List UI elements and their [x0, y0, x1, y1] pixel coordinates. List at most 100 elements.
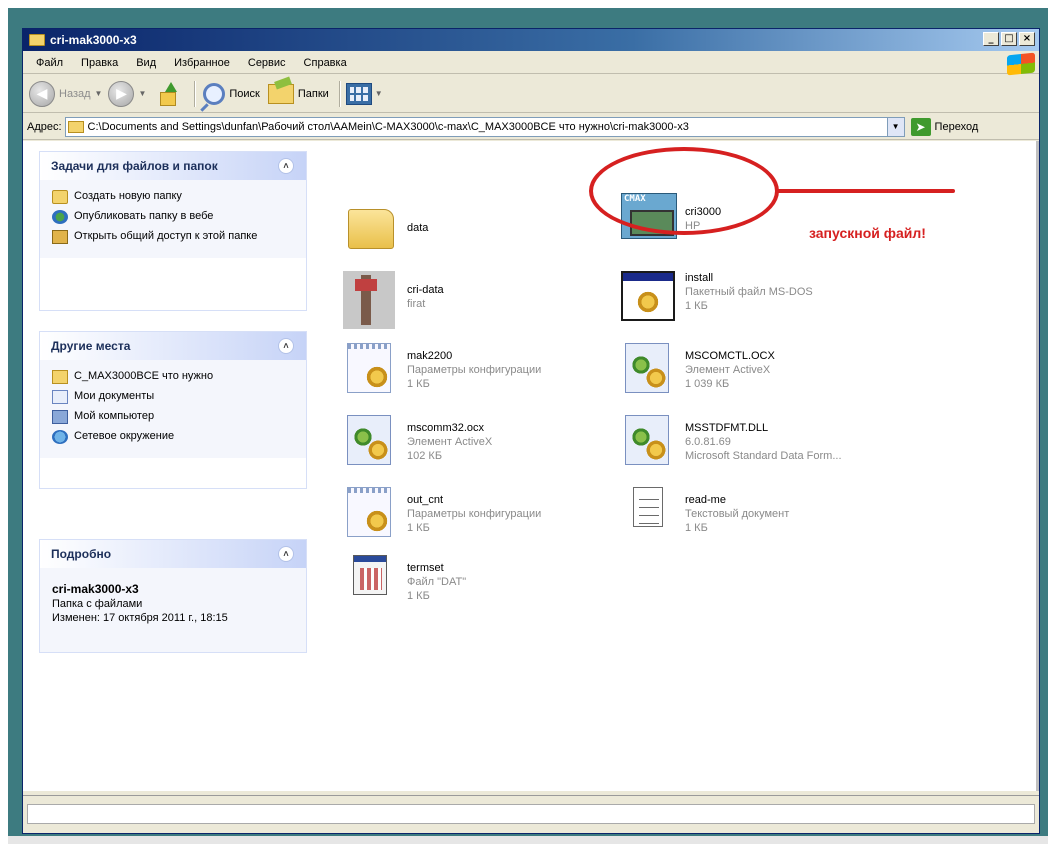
forward-dropdown-icon[interactable]: ▼ — [138, 89, 146, 98]
file-item-read-me[interactable]: read-me Текстовый документ 1 КБ — [621, 487, 789, 543]
file-item-mscomm32[interactable]: mscomm32.ocx Элемент ActiveX 102 КБ — [343, 415, 492, 471]
collapse-chevron-icon[interactable]: ˄ — [278, 338, 294, 354]
folders-icon[interactable] — [267, 83, 294, 104]
back-dropdown-icon[interactable]: ▼ — [95, 89, 103, 98]
file-name: data — [407, 222, 429, 234]
file-name: mak2200 — [407, 350, 453, 362]
tasks-panel: Задачи для файлов и папок ˄ Создать нову… — [39, 151, 307, 311]
file-size: 1 КБ — [407, 378, 430, 390]
file-name: MSCOMCTL.OCX — [685, 350, 775, 362]
file-size: 1 039 КБ — [685, 378, 730, 390]
place-my-computer[interactable]: Мой компьютер — [52, 410, 296, 424]
text-file-icon — [633, 487, 663, 527]
toolbar-separator — [194, 80, 196, 107]
file-name: termset — [407, 562, 444, 574]
dll-icon — [625, 415, 669, 465]
file-item-out-cnt[interactable]: out_cnt Параметры конфигурации 1 КБ — [343, 487, 541, 543]
activex-icon — [625, 343, 669, 393]
close-button[interactable]: × — [1019, 32, 1035, 46]
places-panel: Другие места ˄ C_MAX3000BCE что нужно Мо… — [39, 331, 307, 489]
window-title: cri-mak3000-x3 — [50, 33, 137, 47]
dat-file-icon — [353, 555, 387, 595]
menu-edit[interactable]: Правка — [72, 57, 127, 69]
place-network[interactable]: Сетевое окружение — [52, 430, 296, 444]
activex-icon — [347, 415, 391, 465]
address-bar: Адрес: C:\Documents and Settings\dunfan\… — [23, 114, 1039, 140]
folder-icon — [348, 209, 394, 249]
go-arrow-icon[interactable]: ➤ — [910, 117, 931, 136]
folders-button-label[interactable]: Папки — [298, 88, 329, 100]
injector-icon — [343, 271, 395, 329]
toolbar-separator — [338, 80, 340, 107]
task-share-folder[interactable]: Открыть общий доступ к этой папке — [52, 230, 296, 244]
menu-bar: Файл Правка Вид Избранное Сервис Справка — [23, 52, 1039, 74]
menu-view[interactable]: Вид — [127, 57, 165, 69]
search-icon[interactable] — [203, 82, 226, 105]
task-new-folder[interactable]: Создать новую папку — [52, 190, 296, 204]
tasks-panel-header[interactable]: Задачи для файлов и папок ˄ — [40, 152, 306, 180]
file-name: cri-data — [407, 284, 444, 296]
maximize-button[interactable]: □ — [1001, 32, 1017, 46]
places-panel-header[interactable]: Другие места ˄ — [40, 332, 306, 360]
forward-arrow-icon[interactable]: ▶ — [108, 80, 135, 107]
minimize-button[interactable]: _ — [983, 32, 999, 46]
file-type: Пакетный файл MS-DOS — [685, 286, 813, 298]
place-my-documents[interactable]: Мои документы — [52, 390, 296, 404]
views-dropdown-icon[interactable]: ▼ — [375, 89, 383, 98]
search-button-label[interactable]: Поиск — [229, 88, 259, 100]
file-type: firat — [407, 298, 426, 310]
title-bar[interactable]: cri-mak3000-x3 _ □ × — [23, 29, 1039, 51]
place-label[interactable]: Мои документы — [74, 390, 154, 402]
file-item-mak2200[interactable]: mak2200 Параметры конфигурации 1 КБ — [343, 343, 541, 399]
task-publish-web[interactable]: Опубликовать папку в вебе — [52, 210, 296, 224]
file-type: Текстовый документ — [685, 508, 790, 520]
place-label[interactable]: Мой компьютер — [74, 410, 154, 422]
file-name: read-me — [685, 494, 726, 506]
place-label[interactable]: Сетевое окружение — [74, 430, 174, 442]
file-size: 1 КБ — [685, 300, 708, 312]
back-arrow-icon[interactable]: ◀ — [29, 80, 55, 107]
file-size: 1 КБ — [407, 522, 430, 534]
file-item-cri-data[interactable]: cri-data firat — [343, 271, 444, 329]
folder-icon — [29, 34, 45, 46]
back-button-label[interactable]: Назад — [59, 88, 91, 100]
network-icon — [52, 430, 68, 444]
task-label[interactable]: Создать новую папку — [74, 190, 182, 202]
place-parent-folder[interactable]: C_MAX3000BCE что нужно — [52, 370, 296, 384]
menu-tools[interactable]: Сервис — [239, 57, 295, 69]
folder-up-icon[interactable] — [156, 81, 180, 106]
config-file-icon — [347, 343, 391, 393]
address-dropdown-icon[interactable]: ▼ — [886, 117, 904, 136]
task-label[interactable]: Открыть общий доступ к этой папке — [74, 230, 257, 242]
menu-file[interactable]: Файл — [27, 57, 72, 69]
address-field[interactable]: C:\Documents and Settings\dunfan\Рабочий… — [64, 116, 905, 137]
collapse-chevron-icon[interactable]: ˄ — [278, 158, 294, 174]
views-icon[interactable] — [345, 82, 372, 105]
file-item-install[interactable]: install Пакетный файл MS-DOS 1 КБ — [621, 271, 813, 327]
details-panel-header[interactable]: Подробно ˄ — [40, 540, 306, 568]
file-size: 102 КБ — [407, 450, 443, 462]
file-item-msstdfmt[interactable]: MSSTDFMT.DLL 6.0.81.69 Microsoft Standard … — [621, 415, 842, 471]
place-label[interactable]: C_MAX3000BCE что нужно — [74, 370, 213, 382]
go-button-label[interactable]: Переход — [935, 121, 979, 133]
collapse-chevron-icon[interactable]: ˄ — [278, 546, 294, 562]
address-path[interactable]: C:\Documents and Settings\dunfan\Рабочий… — [88, 121, 689, 133]
menu-help[interactable]: Справка — [295, 57, 356, 69]
file-size: 1 КБ — [407, 590, 430, 602]
windows-logo-icon — [1007, 52, 1035, 76]
file-type: Элемент ActiveX — [685, 364, 771, 376]
file-name: mscomm32.ocx — [407, 422, 485, 434]
file-item-termset[interactable]: termset Файл "DAT" 1 КБ — [343, 555, 466, 611]
task-label[interactable]: Опубликовать папку в вебе — [74, 210, 213, 222]
batch-file-icon — [621, 271, 675, 321]
toolbar: ◀ Назад ▼ ▶ ▼ Поиск Папки ▼ — [23, 75, 1039, 113]
file-item-data[interactable]: data — [343, 201, 428, 257]
menu-favorites[interactable]: Избранное — [165, 57, 239, 69]
file-description: Microsoft Standard Data Form... — [685, 450, 842, 462]
highlight-pointer-line — [775, 189, 955, 193]
file-type: Параметры конфигурации — [407, 364, 542, 376]
file-name: out_cnt — [407, 494, 444, 506]
file-type: Параметры конфигурации — [407, 508, 542, 520]
file-item-mscomctl[interactable]: MSCOMCTL.OCX Элемент ActiveX 1 039 КБ — [621, 343, 775, 399]
address-label: Адрес: — [27, 120, 62, 133]
